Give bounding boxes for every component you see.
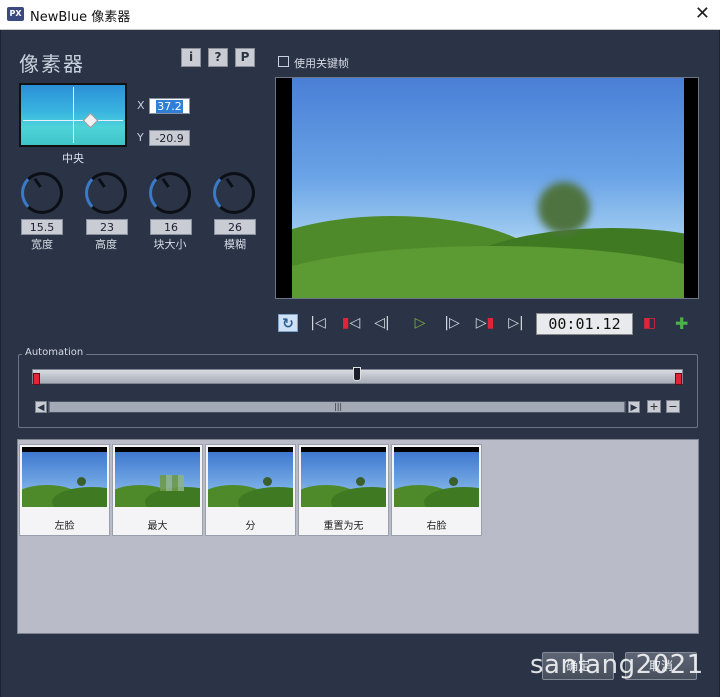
knob-indicator bbox=[225, 177, 234, 188]
height-input[interactable]: 23 bbox=[86, 219, 128, 235]
preset-label: 左脸 bbox=[54, 521, 75, 532]
block-size-knob[interactable] bbox=[149, 172, 191, 214]
preset-tile[interactable]: 右脸 bbox=[391, 444, 482, 536]
scroll-right-icon[interactable]: ▶ bbox=[628, 401, 640, 413]
previous-keyframe-icon[interactable]: ▮◁ bbox=[338, 314, 364, 332]
watermark: sanlang2021 bbox=[530, 650, 704, 680]
zoom-out-button[interactable]: − bbox=[666, 400, 680, 413]
keyframe-label[interactable]: 使用关键帧 bbox=[294, 55, 349, 71]
zoom-in-button[interactable]: + bbox=[647, 400, 661, 413]
pad-horizontal-line bbox=[23, 120, 123, 121]
preview-image bbox=[292, 78, 684, 298]
play-icon[interactable]: ▷ bbox=[410, 314, 430, 332]
preset-tile[interactable]: 最大 bbox=[112, 444, 203, 536]
preset-thumbnail bbox=[115, 447, 200, 507]
knob-indicator bbox=[33, 177, 42, 188]
blur-input[interactable]: 26 bbox=[214, 219, 256, 235]
width-input[interactable]: 15.5 bbox=[21, 219, 63, 235]
x-label: X bbox=[137, 99, 145, 112]
preset-label: 重置为无 bbox=[323, 521, 364, 532]
position-pad[interactable] bbox=[19, 83, 127, 147]
preset-thumbnail bbox=[394, 447, 479, 507]
height-knob[interactable] bbox=[85, 172, 127, 214]
start-keyframe-marker[interactable] bbox=[33, 373, 40, 385]
preset-thumbnail bbox=[301, 447, 386, 507]
height-label: 高度 bbox=[95, 238, 117, 251]
x-value: 37.2 bbox=[156, 100, 183, 113]
loop-icon[interactable]: ↻ bbox=[278, 314, 298, 332]
position-label: 中央 bbox=[62, 152, 84, 165]
preset-button[interactable]: P bbox=[235, 48, 255, 67]
timecode-display[interactable]: 00:01.12 bbox=[536, 313, 633, 335]
knob-indicator bbox=[161, 177, 170, 188]
pad-vertical-line bbox=[73, 87, 74, 143]
preset-thumbnail bbox=[208, 447, 293, 507]
blur-label: 模糊 bbox=[224, 238, 246, 251]
preset-tile[interactable]: 分 bbox=[205, 444, 296, 536]
block-size-input[interactable]: 16 bbox=[150, 219, 192, 235]
title-bar: PX NewBlue 像素器 ✕ bbox=[0, 0, 720, 30]
automation-group bbox=[18, 354, 698, 428]
playhead[interactable] bbox=[353, 367, 361, 381]
next-keyframe-icon[interactable]: ▷▮ bbox=[472, 314, 498, 332]
automation-label: Automation bbox=[22, 347, 87, 358]
x-input[interactable]: 37.2 bbox=[149, 98, 190, 114]
preset-label: 右脸 bbox=[426, 521, 447, 532]
end-keyframe-marker[interactable] bbox=[675, 373, 682, 385]
y-label: Y bbox=[137, 131, 144, 144]
help-button[interactable]: ? bbox=[208, 48, 228, 67]
go-to-end-icon[interactable]: ▷| bbox=[506, 314, 526, 332]
block-size-label: 块大小 bbox=[153, 238, 187, 251]
preset-tile[interactable]: 重置为无 bbox=[298, 444, 389, 536]
delete-keyframe-icon[interactable]: ◧ bbox=[643, 315, 659, 331]
position-handle[interactable] bbox=[82, 112, 99, 129]
preset-tile[interactable]: 左脸 bbox=[19, 444, 110, 536]
effect-title: 像素器 bbox=[19, 52, 85, 76]
knob-indicator bbox=[97, 177, 106, 188]
close-icon[interactable]: ✕ bbox=[695, 3, 710, 24]
go-to-start-icon[interactable]: |◁ bbox=[308, 314, 328, 332]
preset-label: 分 bbox=[245, 521, 256, 532]
pixelated-region bbox=[538, 182, 590, 234]
keyframe-checkbox[interactable] bbox=[278, 56, 289, 67]
width-label: 宽度 bbox=[31, 238, 53, 251]
hill bbox=[292, 246, 684, 298]
step-forward-icon[interactable]: |▷ bbox=[442, 314, 462, 332]
step-back-icon[interactable]: ◁| bbox=[372, 314, 392, 332]
info-button[interactable]: i bbox=[181, 48, 201, 67]
y-input[interactable]: -20.9 bbox=[149, 130, 190, 146]
window-title: NewBlue 像素器 bbox=[30, 10, 131, 25]
add-keyframe-icon[interactable]: ✚ bbox=[675, 314, 693, 333]
blur-knob[interactable] bbox=[213, 172, 255, 214]
video-preview bbox=[275, 77, 699, 299]
app-icon: PX bbox=[7, 7, 24, 21]
grip-icon: ||| bbox=[334, 402, 343, 411]
width-knob[interactable] bbox=[21, 172, 63, 214]
preset-label: 最大 bbox=[147, 521, 168, 532]
scroll-left-icon[interactable]: ◀ bbox=[35, 401, 47, 413]
preset-thumbnail bbox=[22, 447, 107, 507]
